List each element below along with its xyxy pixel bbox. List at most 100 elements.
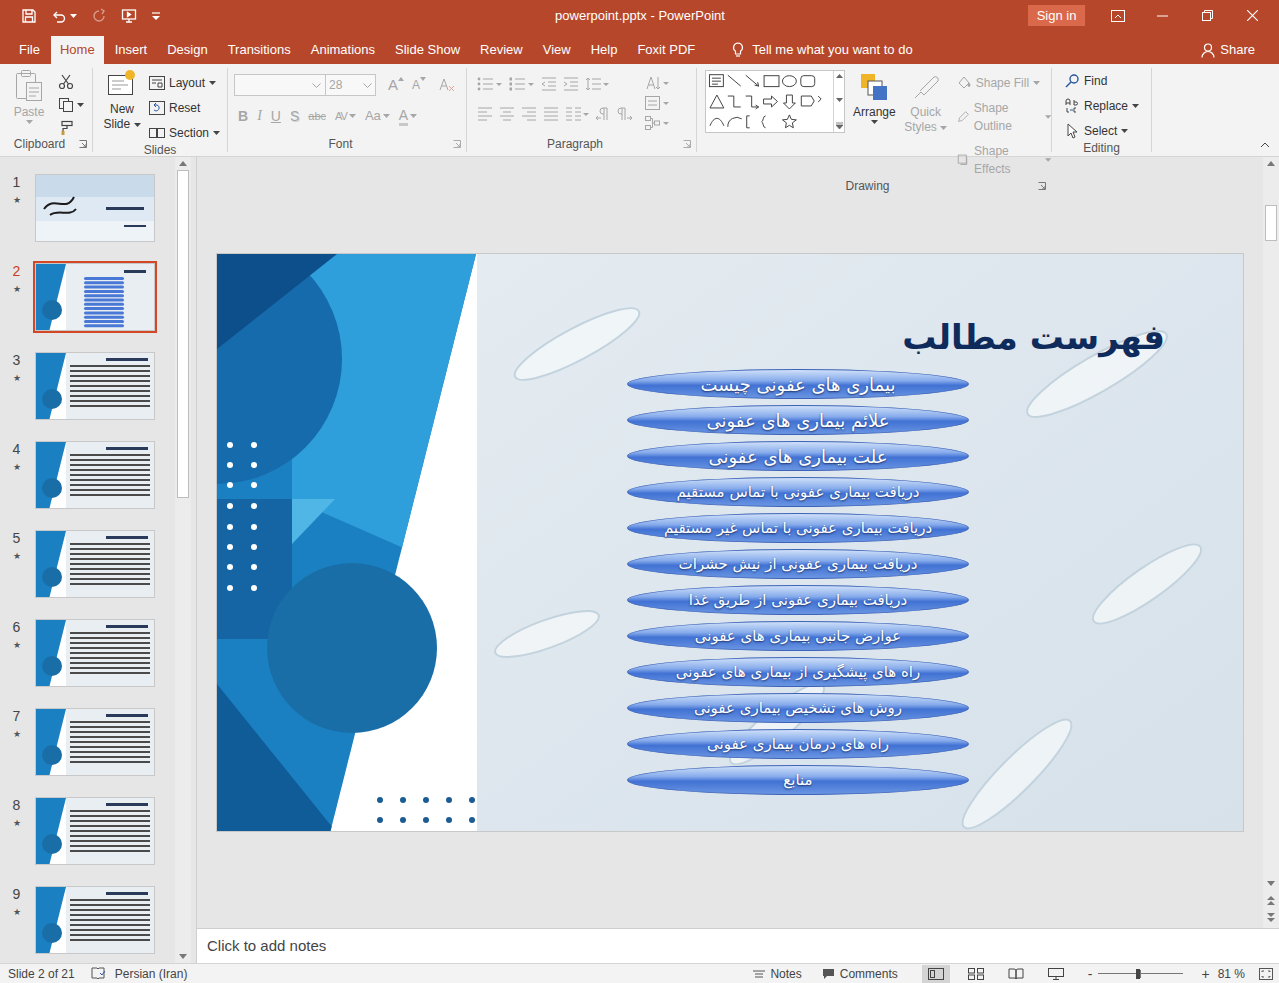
- new-slide-button[interactable]: New Slide: [101, 68, 143, 142]
- paste-button[interactable]: Paste: [10, 68, 48, 136]
- ribbon-tab[interactable]: Design: [158, 36, 216, 64]
- slide-thumbnail-row[interactable]: 5★: [0, 530, 175, 619]
- ribbon-tab[interactable]: File: [10, 36, 49, 64]
- font-format-button[interactable]: abc: [304, 105, 330, 127]
- sign-in-button[interactable]: Sign in: [1028, 5, 1085, 26]
- notes-toggle[interactable]: Notes: [753, 965, 801, 983]
- dropdown-icon[interactable]: [134, 123, 141, 127]
- zoom-in-button[interactable]: +: [1201, 967, 1209, 981]
- slide-thumbnail-row[interactable]: 6★: [0, 619, 175, 708]
- shapes-gallery[interactable]: [705, 70, 845, 133]
- toc-item[interactable]: روش های تشخیص بیماری عفونی: [627, 693, 969, 723]
- font-format-button[interactable]: AV: [331, 105, 360, 127]
- find-button[interactable]: Find: [1064, 72, 1151, 90]
- collapse-ribbon-icon[interactable]: [1260, 142, 1270, 148]
- slide-thumbnail-row[interactable]: 3★: [0, 352, 175, 441]
- scroll-down-icon[interactable]: [179, 954, 187, 959]
- smartart-icon[interactable]: [645, 116, 669, 130]
- more-shapes-icon[interactable]: [836, 122, 843, 129]
- toc-item[interactable]: دریافت بیماری عفونی از نیش حشرات: [627, 549, 969, 579]
- slide-thumbnail-row[interactable]: 1★: [0, 174, 175, 263]
- toc-item[interactable]: دریافت بیماری عفونی با تماس مستقیم: [627, 477, 969, 507]
- dropdown-icon[interactable]: [383, 114, 390, 118]
- shape-outline-button[interactable]: Shape Outline: [956, 99, 1051, 135]
- clear-formatting-icon[interactable]: [438, 77, 456, 93]
- toc-item[interactable]: عوارض جانبی بیماری های عفونی: [627, 621, 969, 651]
- slide-thumbnail[interactable]: [33, 528, 157, 600]
- right-to-left-icon[interactable]: [595, 107, 611, 121]
- bullets-icon[interactable]: [477, 77, 503, 91]
- restore-button[interactable]: [1185, 10, 1230, 21]
- slide-scrollbar[interactable]: [1263, 157, 1279, 928]
- dialog-launcher-icon[interactable]: [1038, 182, 1046, 190]
- line-spacing-icon[interactable]: [585, 77, 609, 91]
- quick-styles-button[interactable]: Quick Styles: [904, 70, 948, 178]
- dialog-launcher-icon[interactable]: [453, 140, 461, 148]
- scroll-up-icon[interactable]: [836, 74, 843, 78]
- slide-title[interactable]: فهرست مطالب: [902, 314, 1165, 360]
- font-format-button[interactable]: U: [267, 105, 285, 127]
- format-painter-icon[interactable]: [58, 120, 74, 136]
- slide-thumbnail-row[interactable]: 9★: [0, 886, 175, 963]
- dropdown-icon[interactable]: [1045, 115, 1051, 119]
- share-button[interactable]: Share: [1201, 36, 1255, 64]
- shapes-gallery-icon[interactable]: [706, 71, 833, 132]
- dropdown-icon[interactable]: [349, 114, 356, 118]
- slide-thumbnail[interactable]: [33, 884, 157, 956]
- ribbon-tab[interactable]: View: [534, 36, 580, 64]
- font-format-button[interactable]: Aa: [361, 105, 394, 127]
- shape-fill-button[interactable]: Shape Fill: [956, 74, 1051, 92]
- align-left-icon[interactable]: [477, 107, 493, 121]
- fit-to-window-icon[interactable]: [1259, 968, 1273, 980]
- tell-me-text[interactable]: Tell me what you want to do: [752, 40, 912, 60]
- font-name-box[interactable]: [234, 74, 326, 96]
- arrange-button[interactable]: Arrange: [853, 70, 896, 178]
- dropdown-icon[interactable]: [871, 120, 878, 124]
- ribbon-tab[interactable]: Transitions: [219, 36, 300, 64]
- columns-icon[interactable]: [565, 107, 589, 121]
- copy-button[interactable]: [58, 97, 84, 113]
- spelling-icon[interactable]: [91, 967, 105, 980]
- slide-thumbnail[interactable]: [33, 350, 157, 422]
- dropdown-icon[interactable]: [77, 103, 84, 107]
- slide-thumbnail-row[interactable]: 2★: [0, 263, 175, 352]
- undo-button[interactable]: [51, 8, 77, 24]
- dropdown-icon[interactable]: [312, 83, 321, 88]
- view-button[interactable]: [1002, 965, 1030, 983]
- dropdown-icon[interactable]: [1045, 158, 1051, 162]
- dialog-launcher-icon[interactable]: [79, 140, 87, 148]
- view-button[interactable]: [962, 965, 990, 983]
- dropdown-icon[interactable]: [70, 14, 77, 18]
- tell-me-box[interactable]: Tell me what you want to do: [732, 36, 912, 64]
- justify-icon[interactable]: [543, 107, 559, 121]
- increase-indent-icon[interactable]: [563, 77, 579, 91]
- minimize-button[interactable]: [1140, 15, 1185, 17]
- toc-item[interactable]: راه های درمان بیماری عفونی: [627, 729, 969, 759]
- dropdown-icon[interactable]: [209, 81, 216, 85]
- align-right-icon[interactable]: [521, 107, 537, 121]
- zoom-level[interactable]: 81 %: [1218, 965, 1245, 983]
- dropdown-icon[interactable]: [410, 114, 417, 118]
- cut-icon[interactable]: [58, 74, 74, 90]
- slide-thumbnail[interactable]: [33, 261, 157, 333]
- previous-slide-icon[interactable]: [1267, 896, 1275, 905]
- close-button[interactable]: [1230, 10, 1275, 21]
- slide-thumbnail[interactable]: [33, 795, 157, 867]
- dropdown-icon[interactable]: [1132, 104, 1139, 108]
- zoom-slider-thumb[interactable]: [1136, 969, 1140, 979]
- toc-item[interactable]: راه های پیشگیری از بیماری های عفونی: [627, 657, 969, 687]
- ribbon-tab[interactable]: Animations: [302, 36, 384, 64]
- slide-thumbnail[interactable]: [33, 439, 157, 511]
- shape-effects-button[interactable]: Shape Effects: [956, 142, 1051, 178]
- ribbon-tab[interactable]: Foxit PDF: [628, 36, 704, 64]
- toc-item[interactable]: دریافت بیماری عفونی از طریق غذا: [627, 585, 969, 615]
- toc-item[interactable]: دریافت بیماری عفونی با تماس غیر مستقیم: [627, 513, 969, 543]
- slide-thumbnail-row[interactable]: 4★: [0, 441, 175, 530]
- save-icon[interactable]: [21, 8, 37, 24]
- slide-thumbnail-row[interactable]: 7★: [0, 708, 175, 797]
- left-to-right-icon[interactable]: [617, 107, 633, 121]
- dropdown-icon[interactable]: [363, 83, 372, 88]
- font-format-button[interactable]: S: [286, 105, 303, 127]
- notes-placeholder[interactable]: Click to add notes: [207, 935, 326, 958]
- zoom-out-button[interactable]: -: [1088, 967, 1093, 981]
